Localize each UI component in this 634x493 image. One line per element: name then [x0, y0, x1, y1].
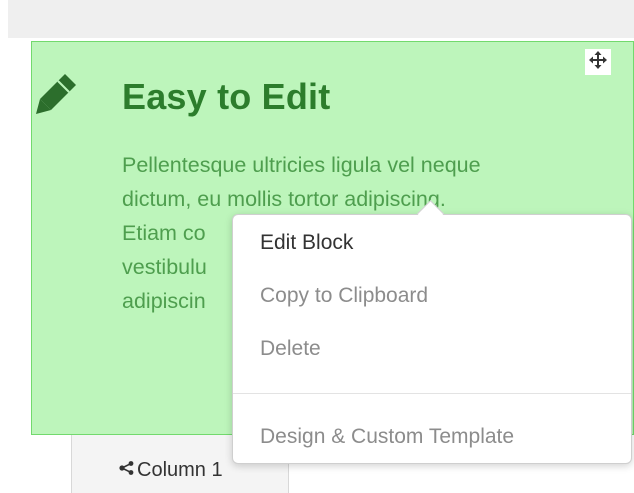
design-custom-template-menu-item[interactable]: Design & Custom Template: [260, 425, 514, 449]
pencil-icon: [34, 70, 80, 116]
column-tab-label: Column 1: [137, 459, 223, 481]
block-title: Easy to Edit: [122, 76, 331, 117]
move-handle-button[interactable]: [585, 49, 611, 75]
menu-divider: [233, 393, 631, 394]
share-icon: [119, 461, 134, 480]
edit-block-menu-item[interactable]: Edit Block: [260, 231, 353, 255]
body-line: dictum, eu mollis tortor adipiscing.: [122, 187, 446, 211]
copy-to-clipboard-menu-item[interactable]: Copy to Clipboard: [260, 284, 428, 308]
body-line: Pellentesque ultricies ligula vel neque: [122, 153, 481, 177]
move-arrows-icon: [589, 50, 607, 74]
context-menu: Edit Block Copy to Clipboard Delete Desi…: [232, 200, 632, 464]
top-toolbar-strip: [8, 0, 634, 38]
delete-menu-item[interactable]: Delete: [260, 337, 321, 361]
